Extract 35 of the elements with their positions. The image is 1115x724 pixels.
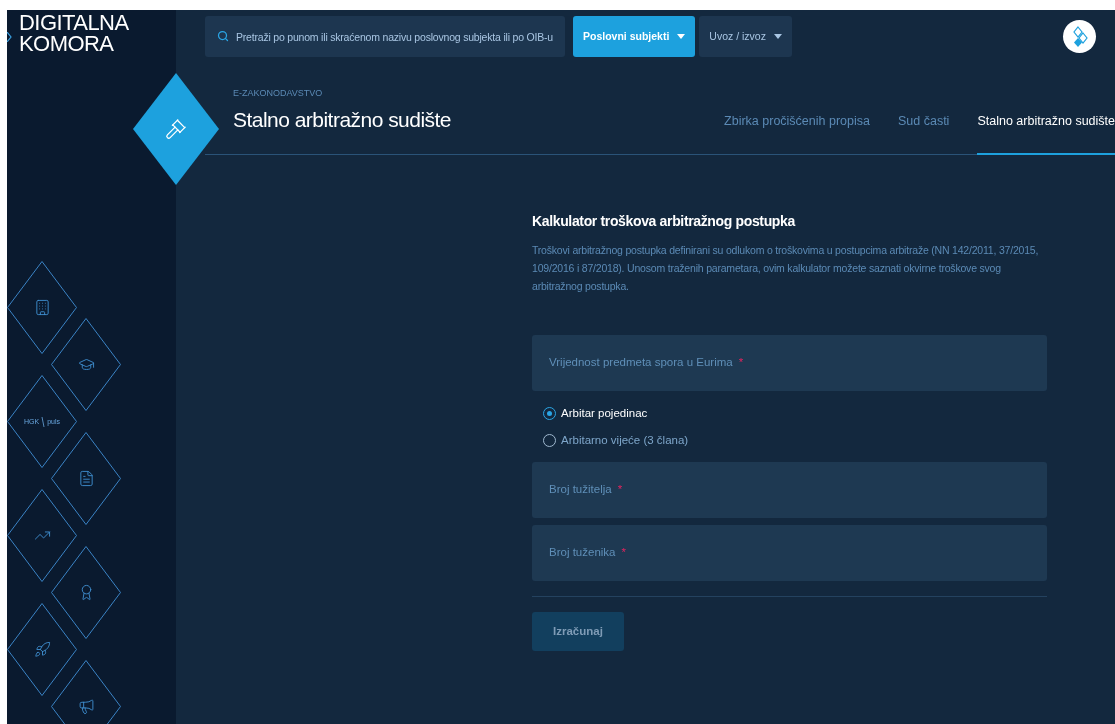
menu-dropdown-button[interactable]: Uvoz / izvoz (699, 16, 792, 57)
chevron-icon (7, 32, 12, 42)
graduation-cap-icon (77, 356, 95, 373)
sidebar-nav-item[interactable] (7, 261, 77, 354)
calculator-title: Kalkulator troškova arbitražnog postupka (532, 211, 797, 231)
nav-tab[interactable]: Stalno arbitražno sudište (977, 111, 1115, 155)
gavel-icon (165, 118, 187, 140)
rocket-icon (33, 641, 51, 658)
input-field[interactable]: Vrijednost predmeta spora u Eurima * (532, 334, 1047, 391)
search-icon (217, 30, 229, 42)
sidebar-nav-item[interactable] (51, 432, 121, 525)
radio-option[interactable]: Arbitar pojedinac (543, 404, 1047, 422)
document-icon (77, 470, 95, 487)
megaphone-icon (77, 698, 95, 715)
input-field[interactable]: Broj tuženika * (532, 525, 1047, 581)
section-label: E-ZAKONODAVSTVO (233, 87, 324, 100)
building-icon (33, 299, 51, 316)
input-field[interactable]: Broj tužitelja * (532, 462, 1047, 518)
pulse-line-icon (41, 416, 46, 427)
page-title: Stalno arbitražno sudište (233, 108, 451, 130)
sidebar-nav-item[interactable] (51, 318, 121, 411)
diamond-logo-icon (1071, 25, 1088, 48)
calculator-description: Troškovi arbitražnog postupka definirani su odlukom o troškovima u postupcima arbitraže (NN 142/2011, 37/2015, 109/2016 i 87/2018). Unosom traženih parametara, ovim kalkulator možete saznati okvirne troškove svog arbitražnog postupka. (532, 242, 1040, 294)
sidebar-nav-item[interactable] (7, 489, 77, 582)
sidebar-nav-item[interactable] (51, 546, 121, 639)
radio-option[interactable]: Arbitarno vijeće (3 člana) (543, 431, 1047, 449)
caret-icon (677, 34, 686, 39)
sidebar-nav-item[interactable] (7, 603, 77, 696)
caret-icon (773, 34, 782, 39)
user-avatar-button[interactable] (1063, 20, 1096, 53)
nav-tab[interactable]: Zbirka pročišćenih propisa (724, 111, 870, 155)
search-field[interactable]: Pretraži po punom ili skraćenom nazivu poslovnog subjekta ili po OIB-u (205, 16, 565, 57)
menu-dropdown-button[interactable]: Poslovni subjekti (573, 16, 696, 57)
nav-tab[interactable]: Sud časti (898, 111, 950, 155)
logo-text[interactable]: DIGITALNA KOMORA (19, 12, 129, 54)
